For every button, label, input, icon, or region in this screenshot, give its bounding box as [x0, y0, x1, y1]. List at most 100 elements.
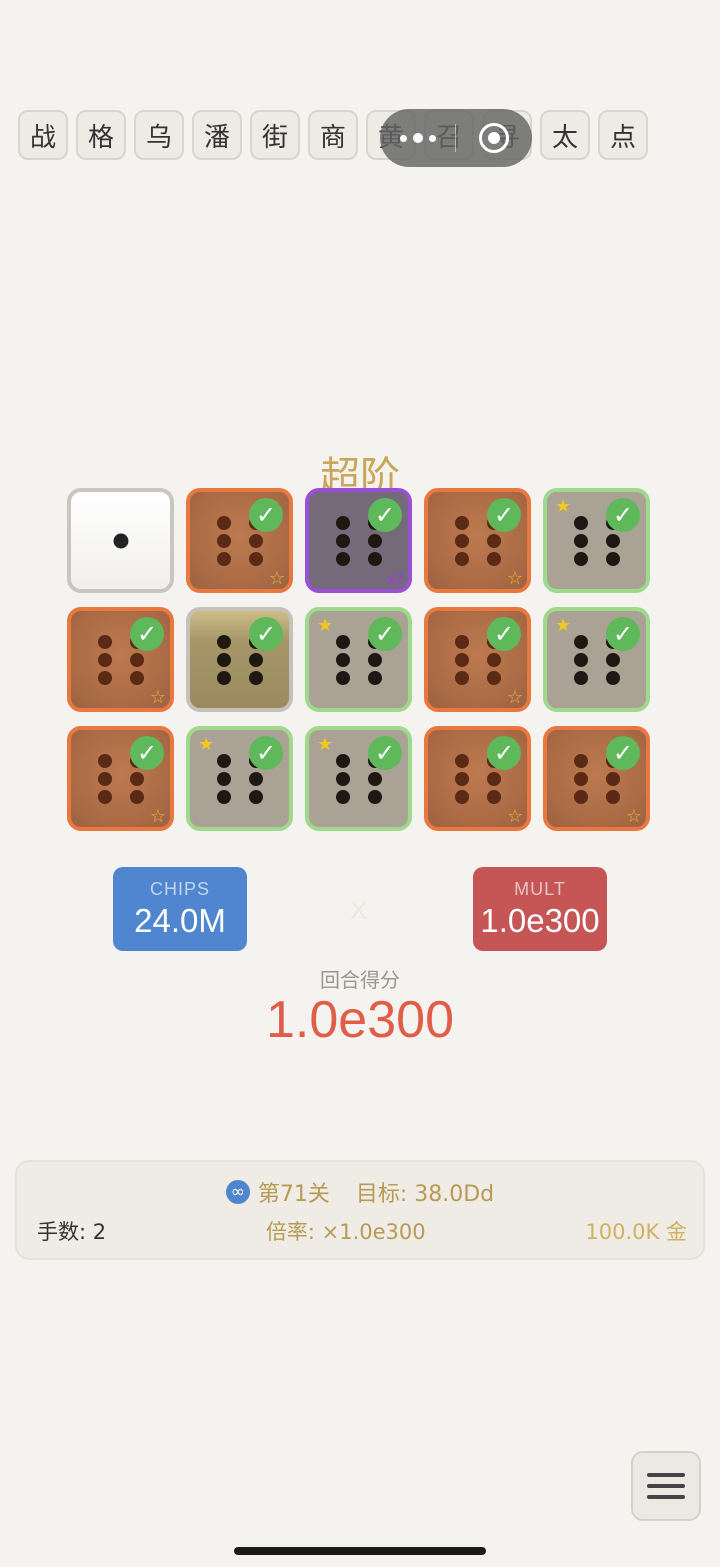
pip — [335, 634, 350, 649]
pip — [454, 533, 469, 548]
die-6[interactable]: ✓ ☆ — [424, 488, 531, 593]
pip — [605, 789, 620, 804]
die-6[interactable]: ✓ ★ — [305, 607, 412, 712]
pip — [216, 652, 231, 667]
die-6[interactable]: ✓ x2 — [305, 488, 412, 593]
char-button[interactable]: 街 — [250, 110, 300, 160]
pip — [367, 652, 382, 667]
pip — [97, 652, 112, 667]
pip — [367, 789, 382, 804]
pip — [113, 533, 128, 548]
char-button[interactable]: 点 — [598, 110, 648, 160]
die-6[interactable]: ✓ ★ — [543, 607, 650, 712]
check-icon: ✓ — [368, 736, 402, 770]
star-outline-icon: ☆ — [625, 806, 642, 827]
die-6[interactable]: ✓ ☆ — [186, 488, 293, 593]
pip — [573, 753, 588, 768]
check-icon: ✓ — [249, 498, 283, 532]
die-6[interactable]: ✓ ★ — [186, 726, 293, 831]
char-button[interactable]: 潘 — [192, 110, 242, 160]
check-icon: ✓ — [487, 736, 521, 770]
pip — [454, 771, 469, 786]
pip — [97, 789, 112, 804]
check-icon: ✓ — [606, 736, 640, 770]
pip — [335, 533, 350, 548]
pip — [454, 652, 469, 667]
pip — [248, 551, 263, 566]
pip — [573, 551, 588, 566]
pip — [573, 789, 588, 804]
check-icon: ✓ — [249, 617, 283, 651]
die-1[interactable] — [67, 488, 174, 593]
level-info-panel: ∞ 第71关 目标: 38.0Dd 手数: 2 倍率: ×1.0e300 100… — [15, 1160, 705, 1260]
char-button[interactable]: 太 — [540, 110, 590, 160]
pip — [367, 670, 382, 685]
more-options-button[interactable] — [380, 133, 455, 143]
character-row: 战格乌潘街商黄召寻太点 — [18, 110, 648, 160]
chips-value: 24.0M — [134, 901, 226, 939]
check-icon: ✓ — [249, 736, 283, 770]
target-score: 目标: 38.0Dd — [355, 1182, 495, 1207]
dice-grid: ✓ ☆ ✓ x2 ✓ ☆ ✓ ★ ✓ ☆ ✓ ✓ ★ ✓ ☆ ✓ ★ ✓ ☆ ✓ ★ ✓ ★ ✓ ☆ ✓ ☆ — [67, 488, 651, 833]
mult-panel: MULT 1.0e300 — [473, 867, 607, 951]
die-6[interactable]: ✓ ☆ — [67, 726, 174, 831]
pip — [97, 753, 112, 768]
mini-program-capsule — [380, 109, 532, 167]
pip — [216, 551, 231, 566]
die-6[interactable]: ✓ ☆ — [424, 607, 531, 712]
pip — [486, 652, 501, 667]
char-button[interactable]: 商 — [308, 110, 358, 160]
pip — [129, 670, 144, 685]
pip — [454, 551, 469, 566]
pip — [605, 670, 620, 685]
chips-label: CHIPS — [149, 878, 210, 899]
chips-panel: CHIPS 24.0M — [113, 867, 247, 951]
round-score-label: 回合得分 — [320, 968, 400, 992]
close-mini-program-button[interactable] — [456, 123, 532, 153]
pip — [605, 652, 620, 667]
home-indicator — [234, 1547, 486, 1555]
pip — [248, 533, 263, 548]
pip — [216, 515, 231, 530]
pip — [454, 515, 469, 530]
pip — [573, 771, 588, 786]
char-button[interactable]: 战 — [18, 110, 68, 160]
pip — [367, 533, 382, 548]
die-6[interactable]: ✓ ★ — [305, 726, 412, 831]
check-icon: ✓ — [487, 617, 521, 651]
die-6[interactable]: ✓ ★ — [543, 488, 650, 593]
check-icon: ✓ — [487, 498, 521, 532]
pip — [248, 652, 263, 667]
pip — [216, 634, 231, 649]
pip — [605, 551, 620, 566]
dot-icon — [412, 133, 423, 143]
die-6[interactable]: ✓ ☆ — [67, 607, 174, 712]
pip — [486, 670, 501, 685]
mult-label: MULT — [514, 878, 566, 899]
pip — [129, 771, 144, 786]
check-icon: ✓ — [130, 617, 164, 651]
pip — [605, 533, 620, 548]
die-multiplier-tag: x2 — [387, 571, 404, 588]
die-6[interactable]: ✓ ☆ — [543, 726, 650, 831]
hamburger-menu-icon[interactable] — [631, 1451, 701, 1521]
star-filled-icon: ★ — [317, 615, 334, 636]
die-6[interactable]: ✓ — [186, 607, 293, 712]
pip — [248, 670, 263, 685]
pip — [129, 652, 144, 667]
pip — [573, 515, 588, 530]
pip — [454, 634, 469, 649]
die-6[interactable]: ✓ ☆ — [424, 726, 531, 831]
pip — [454, 670, 469, 685]
check-icon: ✓ — [368, 498, 402, 532]
pip — [573, 634, 588, 649]
char-button[interactable]: 格 — [76, 110, 126, 160]
star-outline-icon: ☆ — [149, 687, 166, 708]
char-button[interactable]: 乌 — [134, 110, 184, 160]
star-filled-icon: ★ — [555, 615, 572, 636]
pip — [216, 670, 231, 685]
pip — [486, 551, 501, 566]
pip — [454, 789, 469, 804]
pip — [216, 753, 231, 768]
star-filled-icon: ★ — [317, 734, 334, 755]
